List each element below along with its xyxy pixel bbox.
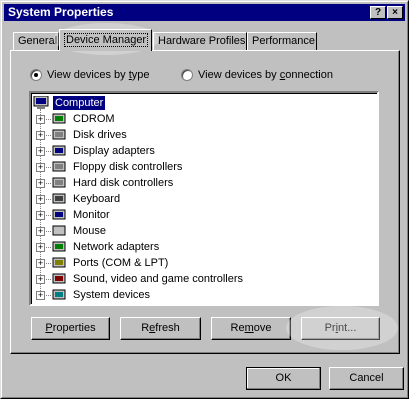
tree-item-label: Network adapters bbox=[73, 241, 160, 253]
mouse-icon bbox=[51, 224, 67, 238]
expand-icon[interactable]: + bbox=[36, 115, 45, 124]
tab-label-device-manager: Device Manager bbox=[64, 33, 149, 47]
tree-item-label: Keyboard bbox=[73, 193, 121, 205]
view-by-type-option[interactable]: View devices by type bbox=[30, 69, 150, 81]
tree-root-label: Computer bbox=[53, 96, 106, 110]
tree-item-label: Disk drives bbox=[73, 129, 127, 141]
remove-button[interactable]: Remove bbox=[211, 317, 291, 340]
tree-item-label: CDROM bbox=[73, 113, 115, 125]
expand-icon[interactable]: + bbox=[36, 195, 45, 204]
properties-button[interactable]: Properties bbox=[31, 317, 110, 340]
expand-icon[interactable]: + bbox=[36, 259, 45, 268]
tree-item-label: Sound, video and game controllers bbox=[73, 273, 243, 285]
expand-icon[interactable]: + bbox=[36, 131, 45, 140]
expand-icon[interactable]: + bbox=[36, 227, 45, 236]
tree-item-label: Hard disk controllers bbox=[73, 177, 174, 189]
tree-item[interactable]: Network adapters bbox=[51, 239, 161, 255]
expand-icon[interactable]: + bbox=[36, 291, 45, 300]
tree-item[interactable]: Sound, video and game controllers bbox=[51, 271, 245, 287]
window-title: System Properties bbox=[8, 5, 114, 19]
cancel-button[interactable]: Cancel bbox=[329, 367, 404, 390]
device-tree[interactable]: Computer + CDROM + Disk drives + Display adap… bbox=[29, 91, 379, 306]
expand-icon[interactable]: + bbox=[36, 211, 45, 220]
ports-icon bbox=[51, 256, 67, 270]
radio-by-type[interactable] bbox=[30, 69, 42, 81]
network-adapter-icon bbox=[51, 240, 67, 254]
tree-item[interactable]: Mouse bbox=[51, 223, 108, 239]
tree-root-computer[interactable]: Computer bbox=[33, 95, 106, 111]
tree-item-label: Monitor bbox=[73, 209, 110, 221]
display-adapter-icon bbox=[51, 144, 67, 158]
sound-icon bbox=[51, 272, 67, 286]
computer-icon bbox=[33, 95, 49, 110]
expand-icon[interactable]: + bbox=[36, 163, 45, 172]
print-button[interactable]: Print... bbox=[301, 317, 380, 340]
expand-icon[interactable]: + bbox=[36, 243, 45, 252]
tree-item[interactable]: CDROM bbox=[51, 111, 117, 127]
keyboard-icon bbox=[51, 192, 67, 206]
title-bar[interactable]: System Properties ? × bbox=[4, 4, 405, 21]
tree-item[interactable]: Keyboard bbox=[51, 191, 122, 207]
tab-performance[interactable]: Performance bbox=[247, 32, 317, 50]
disk-drive-icon bbox=[51, 128, 67, 142]
ok-button[interactable]: OK bbox=[246, 367, 321, 390]
view-by-type-label: View devices by type bbox=[47, 69, 150, 81]
expand-icon[interactable]: + bbox=[36, 179, 45, 188]
tree-item[interactable]: System devices bbox=[51, 287, 152, 303]
close-button[interactable]: × bbox=[387, 6, 403, 19]
view-by-connection-label: View devices by connection bbox=[198, 69, 333, 81]
tree-item-label: Mouse bbox=[73, 225, 107, 237]
tree-item[interactable]: Hard disk controllers bbox=[51, 175, 175, 191]
floppy-controller-icon bbox=[51, 160, 67, 174]
system-properties-window: System Properties ? × General Device Man… bbox=[0, 0, 409, 399]
refresh-button[interactable]: Refresh bbox=[120, 317, 201, 340]
help-button[interactable]: ? bbox=[370, 6, 386, 19]
tab-device-manager[interactable]: Device Manager bbox=[59, 29, 152, 51]
tree-item-label: System devices bbox=[73, 289, 151, 301]
hard-disk-controller-icon bbox=[51, 176, 67, 190]
tree-item-label: Ports (COM & LPT) bbox=[73, 257, 169, 269]
radio-by-connection[interactable] bbox=[181, 69, 193, 81]
tree-item-label: Display adapters bbox=[73, 145, 155, 157]
cdrom-icon bbox=[51, 112, 67, 126]
tab-hardware-profiles[interactable]: Hardware Profiles bbox=[153, 32, 247, 50]
tree-item[interactable]: Monitor bbox=[51, 207, 112, 223]
expand-icon[interactable]: + bbox=[36, 275, 45, 284]
tab-general[interactable]: General bbox=[13, 32, 59, 50]
tree-item-label: Floppy disk controllers bbox=[73, 161, 183, 173]
expand-icon[interactable]: + bbox=[36, 147, 45, 156]
tree-item[interactable]: Disk drives bbox=[51, 127, 129, 143]
tree-item[interactable]: Ports (COM & LPT) bbox=[51, 255, 170, 271]
view-by-connection-option[interactable]: View devices by connection bbox=[181, 69, 333, 81]
system-devices-icon bbox=[51, 288, 67, 302]
tree-item[interactable]: Floppy disk controllers bbox=[51, 159, 184, 175]
monitor-icon bbox=[51, 208, 67, 222]
tree-item[interactable]: Display adapters bbox=[51, 143, 157, 159]
